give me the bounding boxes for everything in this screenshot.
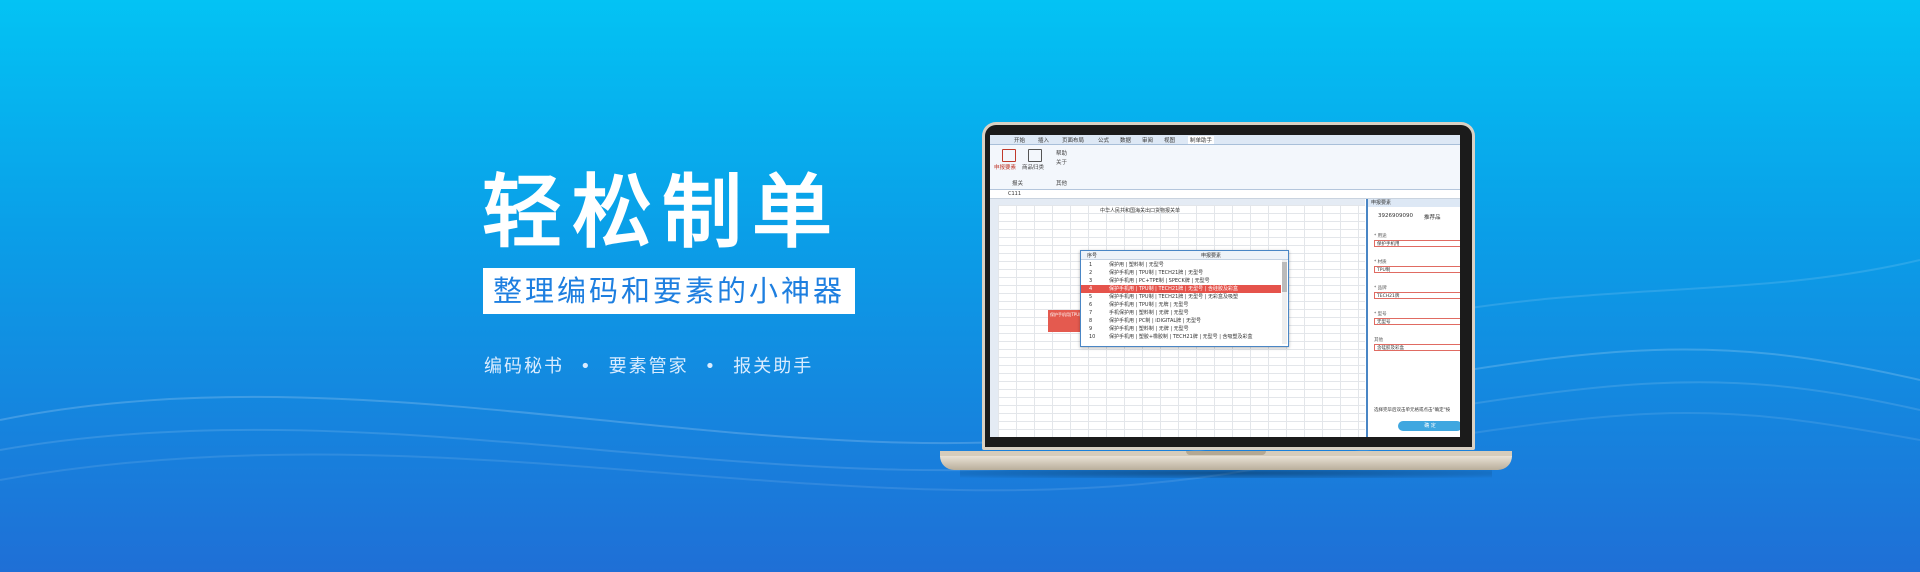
dropdown-row[interactable]: 1 保护用 | 塑料制 | 无型号	[1081, 261, 1281, 269]
menu-tab[interactable]: 数据	[1120, 136, 1131, 144]
product-button[interactable]: 商品归类	[1022, 163, 1044, 171]
dropdown-col-header: 序号	[1087, 253, 1098, 259]
menu-tab[interactable]: 页面布局	[1062, 136, 1084, 144]
laptop-notch	[1186, 451, 1266, 455]
ribbon: 申报要素 商品归类 帮助 关于 报关 其他	[990, 145, 1460, 190]
spreadsheet[interactable]: 中华人民共和国海关出口货物报关单 保护手机用|TPU制|TECH21牌|无型号|…	[990, 199, 1365, 437]
row-text: 保护手机用 | PC+TPE制 | SPECK牌 | 无型号	[1109, 278, 1210, 284]
elements-dropdown[interactable]: 序号 申报要素 1 保护用 | 塑料制 | 无型号 2 保护手机用 | TPU制 | …	[1080, 250, 1289, 347]
row-text: 保护手机用 | PC制 | iDIGITAL牌 | 无型号	[1109, 318, 1202, 324]
field-input[interactable]: 保护手机用	[1374, 240, 1460, 247]
row-text: 手机保护用 | 塑料制 | 无牌 | 无型号	[1109, 310, 1189, 316]
menu-tab-active[interactable]: 制单助手	[1188, 136, 1215, 144]
app-screen: 开始 插入 页面布局 公式 数据 审阅 视图 制单助手 申报要素 商品归类 帮助…	[990, 135, 1460, 437]
row-number: 8	[1089, 318, 1093, 324]
row-number: 7	[1089, 310, 1093, 316]
row-number: 6	[1089, 302, 1093, 308]
panel-hint: 选择完毕后双击单元格或点击"确定"按	[1374, 408, 1451, 413]
dropdown-header: 序号 申报要素	[1081, 251, 1288, 260]
ribbon-group-label: 其他	[1056, 181, 1068, 187]
row-text: 保护手机用 | TPU制 | 无牌 | 无型号	[1109, 302, 1189, 308]
dropdown-col-header: 申报要素	[1201, 253, 1222, 259]
field-label: * 材质	[1374, 260, 1387, 265]
dropdown-row[interactable]: 6 保护手机用 | TPU制 | 无牌 | 无型号	[1081, 301, 1281, 309]
row-number: 9	[1089, 326, 1093, 332]
confirm-button[interactable]: 确 定	[1398, 421, 1460, 431]
laptop-base	[940, 456, 1512, 470]
field-label: * 品牌	[1374, 286, 1387, 291]
dropdown-row[interactable]: 3 保护手机用 | PC+TPE制 | SPECK牌 | 无型号	[1081, 277, 1281, 285]
row-number: 5	[1089, 294, 1093, 300]
laptop-mockup: 开始 插入 页面布局 公式 数据 审阅 视图 制单助手 申报要素 商品归类 帮助…	[0, 0, 1920, 572]
dropdown-row[interactable]: 8 保护手机用 | PC制 | iDIGITAL牌 | 无型号	[1081, 317, 1281, 325]
row-text: 保护手机用 | 塑胶+橡胶制 | TECH21牌 | 无型号 | 含吸塑及彩盒	[1109, 334, 1253, 340]
row-number: 4	[1089, 286, 1093, 292]
dropdown-scroll-thumb[interactable]	[1282, 262, 1287, 292]
side-panel: 申报要素 3926909090 推荐品 选择完毕后双击单元格或点击"确定"按 确…	[1366, 199, 1460, 437]
chart-icon[interactable]	[1028, 149, 1042, 162]
ribbon-group-label: 报关	[1012, 181, 1024, 187]
row-text: 保护手机用 | 塑料制 | 无牌 | 无型号	[1109, 326, 1189, 332]
field-label: * 用途	[1374, 234, 1387, 239]
row-text: 保护用 | 塑料制 | 无型号	[1109, 262, 1164, 268]
menu-tab[interactable]: 开始	[1014, 136, 1025, 144]
row-number: 2	[1089, 270, 1093, 276]
recommend-label[interactable]: 推荐品	[1424, 213, 1441, 221]
declare-icon[interactable]	[1002, 149, 1016, 162]
row-text: 保护手机用 | TPU制 | TECH21牌 | 无型号	[1109, 270, 1204, 276]
field-input[interactable]: TPU制	[1374, 266, 1460, 273]
field-label: 其他	[1374, 338, 1383, 343]
declare-button[interactable]: 申报要素	[994, 163, 1016, 171]
formula-bar: C111	[990, 190, 1460, 199]
dropdown-row[interactable]: 2 保护手机用 | TPU制 | TECH21牌 | 无型号	[1081, 269, 1281, 277]
dropdown-row[interactable]: 7 手机保护用 | 塑料制 | 无牌 | 无型号	[1081, 309, 1281, 317]
hero-banner: 轻松制单 整理编码和要素的小神器 编码秘书 • 要素管家 • 报关助手 开始 插入 页面…	[0, 0, 1920, 572]
side-panel-title: 申报要素	[1368, 199, 1460, 207]
menu-tab[interactable]: 插入	[1038, 136, 1049, 144]
menu-tab[interactable]: 视图	[1164, 136, 1175, 144]
menu-bar: 开始 插入 页面布局 公式 数据 审阅 视图 制单助手	[990, 135, 1460, 145]
help-label[interactable]: 帮助	[1056, 149, 1067, 157]
name-box[interactable]: C111	[1008, 191, 1021, 197]
field-input[interactable]: TECH21牌	[1374, 292, 1460, 299]
field-input[interactable]: 无型号	[1374, 318, 1460, 325]
dropdown-row[interactable]: 9 保护手机用 | 塑料制 | 无牌 | 无型号	[1081, 325, 1281, 333]
field-label: * 型号	[1374, 312, 1387, 317]
row-text: 保护手机用 | TPU制 | TECH21牌 | 无型号 | 含硅胶及彩盒	[1109, 286, 1239, 292]
row-number: 3	[1089, 278, 1093, 284]
sheet-title: 中华人民共和国海关出口货物报关单	[1100, 208, 1181, 214]
field-input[interactable]: 含硅胶及彩盒	[1374, 344, 1460, 351]
menu-tab[interactable]: 审阅	[1142, 136, 1153, 144]
dropdown-row[interactable]: 10 保护手机用 | 塑胶+橡胶制 | TECH21牌 | 无型号 | 含吸塑及彩…	[1081, 333, 1281, 341]
dropdown-row[interactable]: 4 保护手机用 | TPU制 | TECH21牌 | 无型号 | 含硅胶及彩盒	[1081, 285, 1281, 293]
about-label[interactable]: 关于	[1056, 158, 1067, 166]
hs-code: 3926909090	[1378, 213, 1413, 219]
dropdown-row[interactable]: 5 保护手机用 | TPU制 | TECH21牌 | 无型号 | 无彩盒及吸塑	[1081, 293, 1281, 301]
row-number: 1	[1089, 262, 1093, 268]
row-text: 保护手机用 | TPU制 | TECH21牌 | 无型号 | 无彩盒及吸塑	[1109, 294, 1239, 300]
menu-tab[interactable]: 公式	[1098, 136, 1109, 144]
row-number: 10	[1089, 334, 1096, 340]
